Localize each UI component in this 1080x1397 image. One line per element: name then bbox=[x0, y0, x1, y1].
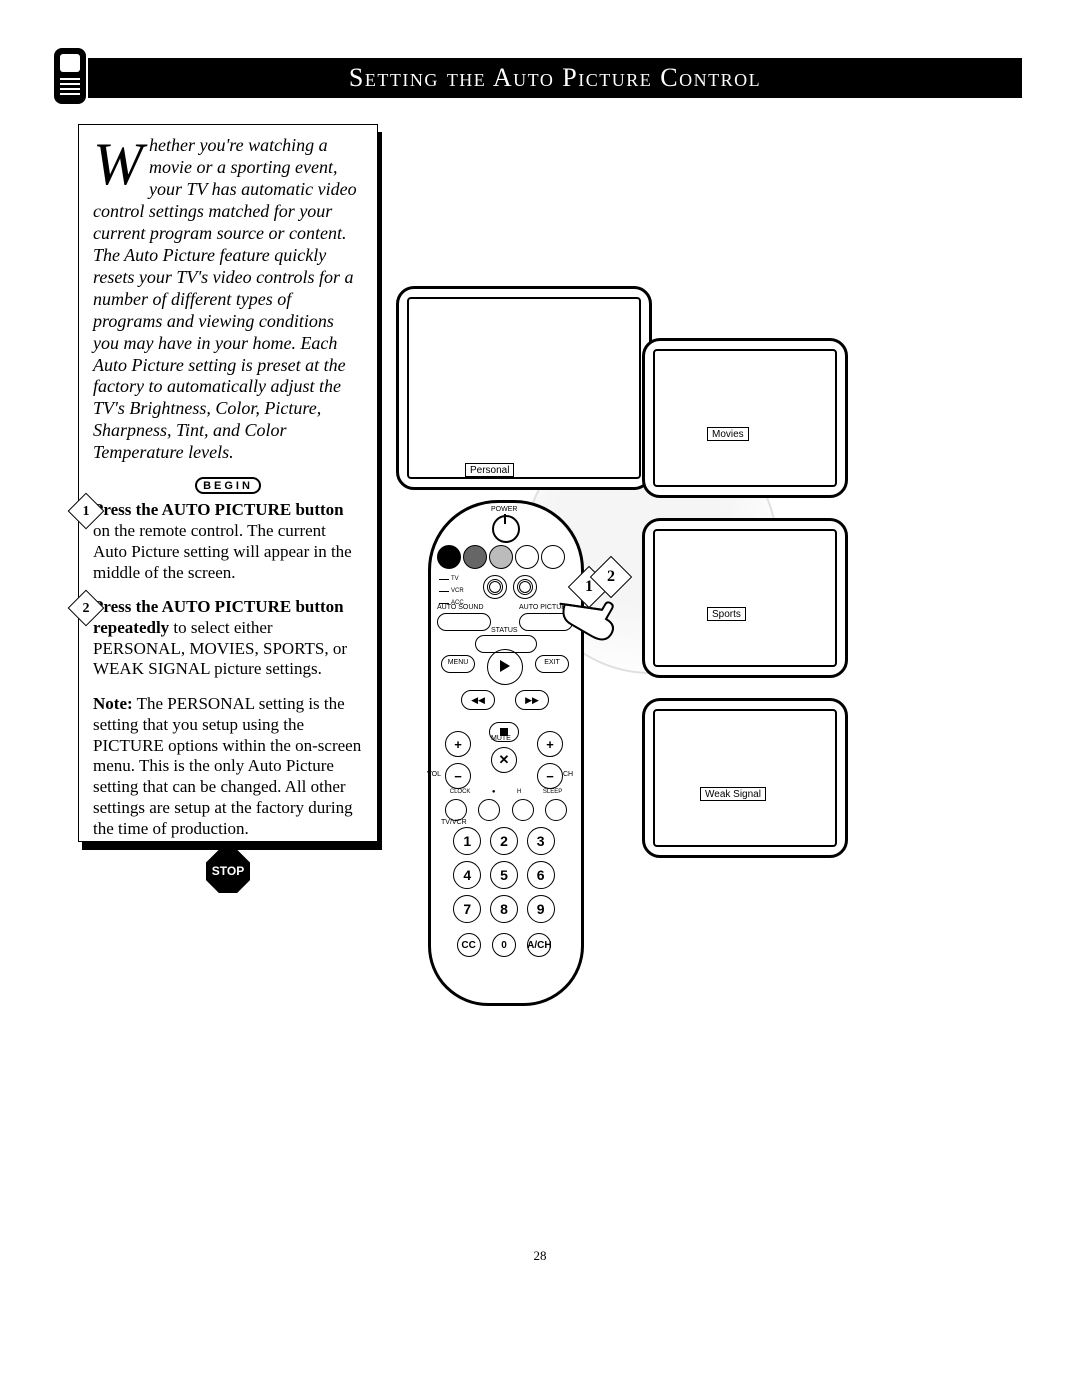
remote-icon bbox=[54, 48, 86, 104]
vol-up-button[interactable]: + bbox=[445, 731, 471, 757]
color-button-3[interactable] bbox=[489, 545, 513, 569]
key-5[interactable]: 5 bbox=[490, 861, 518, 889]
tv-sports: Sports bbox=[642, 518, 848, 678]
key-4[interactable]: 4 bbox=[453, 861, 481, 889]
clock-button[interactable] bbox=[445, 799, 467, 821]
menu-button[interactable]: MENU bbox=[441, 655, 475, 673]
page-title: Setting the Auto Picture Control bbox=[88, 58, 1022, 98]
row4-labels: CLOCK ● H SLEEP bbox=[439, 789, 573, 795]
color-button-5[interactable] bbox=[541, 545, 565, 569]
note-body: The PERSONAL setting is the setting that… bbox=[93, 694, 361, 837]
forward-button[interactable]: ▶▶ bbox=[515, 690, 549, 710]
round-button-b[interactable] bbox=[513, 575, 537, 599]
row4-buttons bbox=[439, 799, 573, 821]
key-9[interactable]: 9 bbox=[527, 895, 555, 923]
vol-down-button[interactable]: − bbox=[445, 763, 471, 789]
tv-sports-label: Sports bbox=[707, 607, 746, 621]
status-label: STATUS bbox=[491, 627, 518, 634]
tv-main: Personal bbox=[396, 286, 652, 490]
key-2[interactable]: 2 bbox=[490, 827, 518, 855]
begin-row: BEGIN bbox=[93, 474, 363, 494]
stop-sign: STOP bbox=[206, 849, 250, 893]
manual-page: Setting the Auto Picture Control Whether… bbox=[58, 50, 1022, 1310]
cc-button[interactable]: CC bbox=[457, 933, 481, 957]
mute-button[interactable]: ✕ bbox=[491, 747, 517, 773]
intro-dropcap: W bbox=[93, 135, 149, 187]
ch-up-button[interactable]: + bbox=[537, 731, 563, 757]
ch-down-button[interactable]: − bbox=[537, 763, 563, 789]
key-1[interactable]: 1 bbox=[453, 827, 481, 855]
ch-label: CH bbox=[563, 771, 573, 778]
autosound-label: AUTO SOUND bbox=[437, 604, 484, 611]
stop-row: STOP bbox=[93, 849, 363, 893]
note-head: Note: bbox=[93, 694, 133, 713]
sleep-button[interactable] bbox=[545, 799, 567, 821]
remote-control: POWER TV VCR ACC AUTO SOUND AUTO PICTURE… bbox=[428, 500, 584, 1006]
instruction-box: Whether you're watching a movie or a spo… bbox=[78, 124, 378, 842]
step-callout: 1 2 bbox=[574, 562, 636, 602]
vol-label: VOL bbox=[427, 771, 441, 778]
round-button-a[interactable] bbox=[483, 575, 507, 599]
step-2-marker: 2 bbox=[73, 595, 99, 621]
color-button-2[interactable] bbox=[463, 545, 487, 569]
tv-weak: Weak Signal bbox=[642, 698, 848, 858]
tv-movies-label: Movies bbox=[707, 427, 749, 441]
tv-main-label: Personal bbox=[465, 463, 514, 477]
rec-button[interactable] bbox=[478, 799, 500, 821]
power-label: POWER bbox=[491, 506, 517, 513]
key-0[interactable]: 0 bbox=[492, 933, 516, 957]
bottom-row: CC 0 A/CH bbox=[451, 933, 557, 957]
key-7[interactable]: 7 bbox=[453, 895, 481, 923]
rewind-button[interactable]: ◀◀ bbox=[461, 690, 495, 710]
tv-weak-label: Weak Signal bbox=[700, 787, 766, 801]
step-1-rest: on the remote control. The current Auto … bbox=[93, 521, 352, 581]
auto-sound-button[interactable] bbox=[437, 613, 491, 631]
play-ring[interactable] bbox=[487, 649, 523, 685]
intro-text: Whether you're watching a movie or a spo… bbox=[93, 135, 363, 464]
mute-label: MUTE bbox=[491, 735, 511, 742]
step-2: 2 Press the AUTO PICTURE button repeated… bbox=[93, 597, 363, 680]
page-number: 28 bbox=[58, 1248, 1022, 1264]
step-1: 1 Press the AUTO PICTURE button on the r… bbox=[93, 500, 363, 583]
color-button-4[interactable] bbox=[515, 545, 539, 569]
tvvcr-label: TV/VCR bbox=[441, 819, 467, 826]
exit-button[interactable]: EXIT bbox=[535, 655, 569, 673]
step-1-marker: 1 bbox=[73, 498, 99, 524]
key-3[interactable]: 3 bbox=[527, 827, 555, 855]
step-1-bold: Press the AUTO PICTURE button bbox=[93, 500, 344, 519]
ach-button[interactable]: A/CH bbox=[527, 933, 551, 957]
color-button-1[interactable] bbox=[437, 545, 461, 569]
tv-movies: Movies bbox=[642, 338, 848, 498]
power-button[interactable] bbox=[492, 515, 520, 543]
h-button[interactable] bbox=[512, 799, 534, 821]
note-paragraph: Note: The PERSONAL setting is the settin… bbox=[93, 694, 363, 839]
key-8[interactable]: 8 bbox=[490, 895, 518, 923]
number-keypad: 1 2 3 4 5 6 7 8 9 bbox=[449, 827, 559, 923]
begin-badge: BEGIN bbox=[195, 477, 261, 494]
key-6[interactable]: 6 bbox=[527, 861, 555, 889]
